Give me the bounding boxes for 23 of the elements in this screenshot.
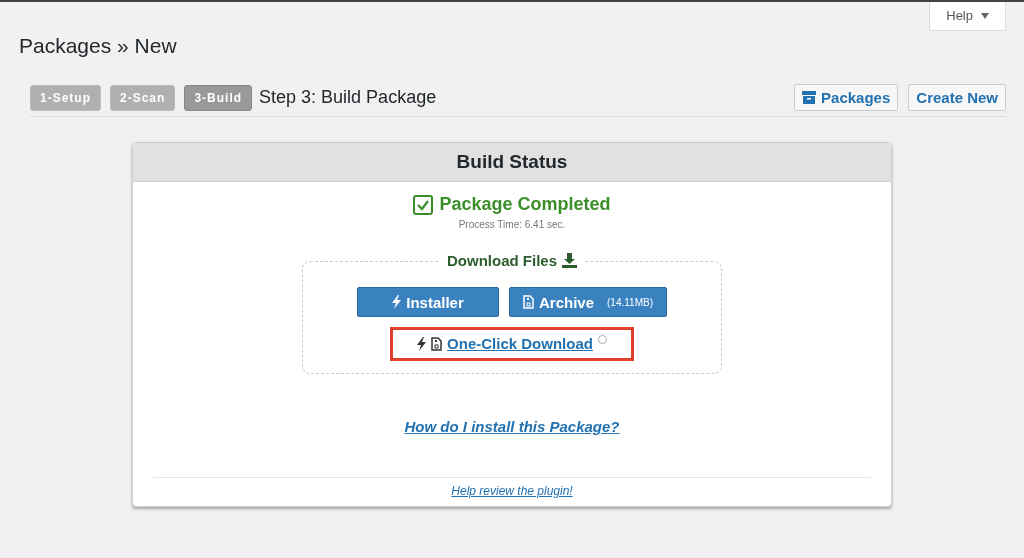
review-link[interactable]: Help review the plugin! xyxy=(451,484,573,498)
download-title: Download Files xyxy=(447,252,557,269)
archive-button[interactable]: Archive (14.11MB) xyxy=(509,287,667,317)
step-tab[interactable]: 3-Build xyxy=(184,84,253,111)
archive-box-icon xyxy=(802,91,817,104)
process-time: Process Time: 6.41 sec. xyxy=(458,219,566,230)
one-click-download-link[interactable]: One-Click Download xyxy=(447,335,593,352)
caret-icon xyxy=(981,12,989,19)
download-icon xyxy=(562,253,577,268)
zip-file-icon xyxy=(523,295,534,309)
bolt-icon xyxy=(417,336,427,351)
status-text: Package Completed xyxy=(439,194,611,215)
header-button[interactable]: Packages xyxy=(794,84,899,111)
step-title: Step 3: Build Package xyxy=(259,87,437,108)
install-help-link[interactable]: How do I install this Package? xyxy=(404,418,620,435)
bolt-icon xyxy=(392,295,402,309)
header-button[interactable]: Create New xyxy=(908,84,1006,111)
zip-file-icon xyxy=(431,336,443,351)
checkbox-icon xyxy=(413,194,434,215)
panel-title: Build Status xyxy=(133,143,891,182)
help-tab[interactable]: Help xyxy=(929,2,1006,31)
page-title: Packages » New xyxy=(18,33,178,58)
installer-button[interactable]: Installer xyxy=(357,287,499,317)
